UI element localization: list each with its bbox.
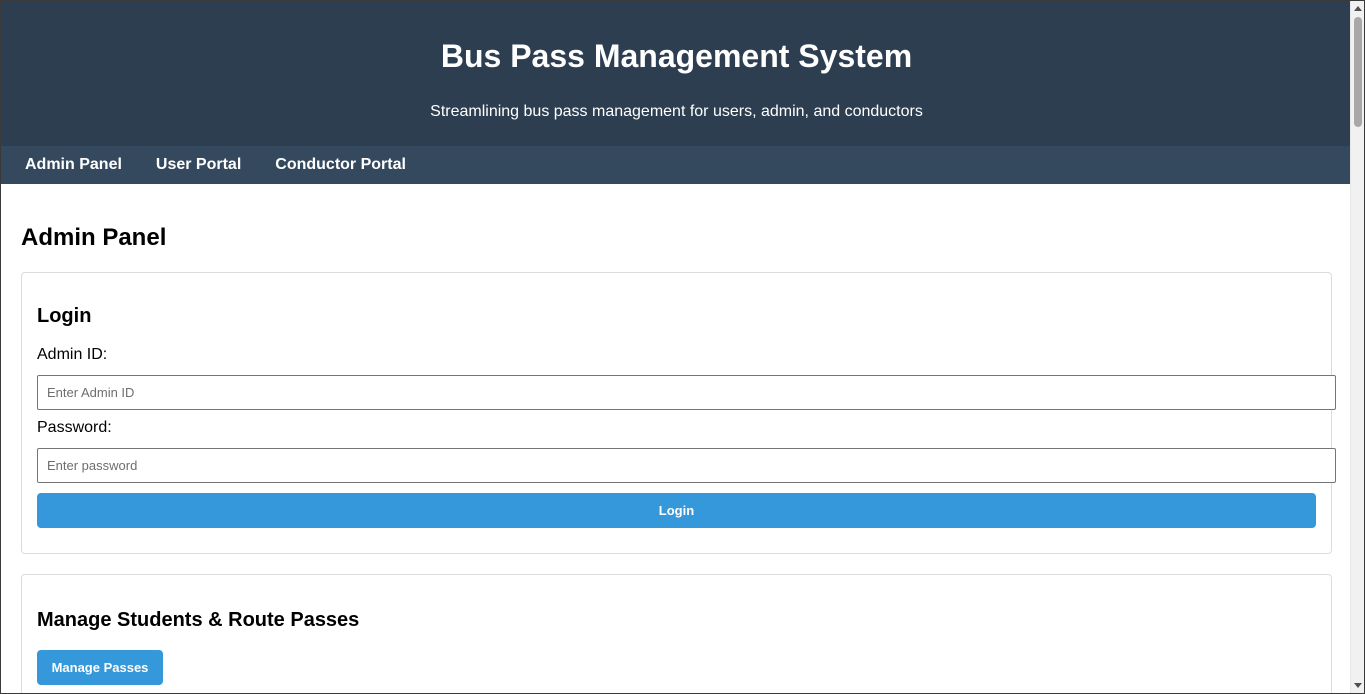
nav-item-conductor-portal[interactable]: Conductor Portal: [275, 156, 406, 174]
nav-item-admin-panel[interactable]: Admin Panel: [25, 156, 122, 174]
password-label: Password:: [37, 419, 112, 436]
main-content: Admin Panel Login Admin ID: Password: Lo…: [1, 224, 1352, 693]
manage-passes-button[interactable]: Manage Passes: [37, 650, 163, 685]
admin-id-input[interactable]: [37, 375, 1336, 410]
main-nav: Admin Panel User Portal Conductor Portal: [1, 146, 1352, 184]
site-subtitle: Streamlining bus pass management for use…: [430, 103, 923, 120]
scroll-up-arrow-icon[interactable]: [1354, 6, 1362, 11]
site-header: Bus Pass Management System Streamlining …: [1, 1, 1352, 146]
vertical-scrollbar[interactable]: [1350, 1, 1364, 693]
browser-viewport: Bus Pass Management System Streamlining …: [0, 0, 1365, 694]
manage-heading: Manage Students & Route Passes: [37, 609, 360, 631]
password-input[interactable]: [37, 448, 1336, 483]
login-card: Login Admin ID: Password: Login: [21, 272, 1336, 554]
scroll-down-arrow-icon[interactable]: [1354, 683, 1362, 688]
site-title: Bus Pass Management System: [440, 38, 913, 74]
login-heading: Login: [37, 305, 92, 327]
scroll-thumb[interactable]: [1354, 17, 1362, 127]
page: Bus Pass Management System Streamlining …: [1, 1, 1352, 693]
page-title: Admin Panel: [21, 224, 167, 251]
login-button[interactable]: Login: [37, 493, 1316, 528]
nav-item-user-portal[interactable]: User Portal: [156, 156, 241, 174]
admin-id-label: Admin ID:: [37, 346, 108, 363]
manage-passes-card: Manage Students & Route Passes Manage Pa…: [21, 574, 1332, 693]
